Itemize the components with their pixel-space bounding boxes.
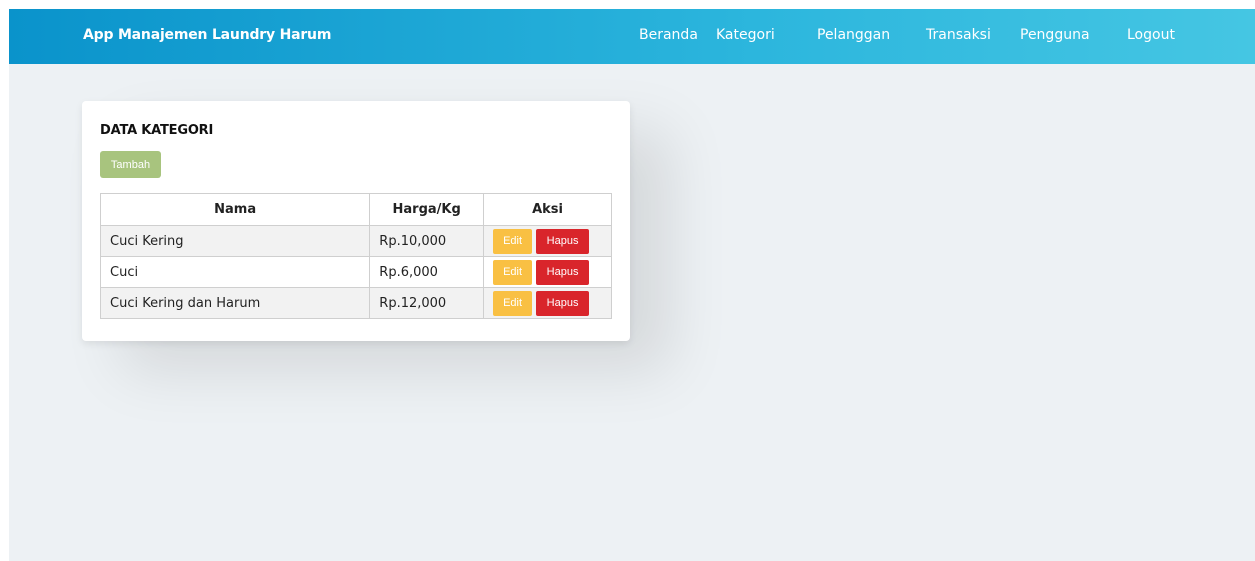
column-header-harga: Harga/Kg xyxy=(369,193,485,226)
nav-link-beranda[interactable]: Beranda xyxy=(639,27,698,43)
row-actions: Edit Hapus xyxy=(493,228,602,254)
category-table: Nama Harga/Kg Aksi Cuci Kering Rp.10,000… xyxy=(99,193,612,319)
cell-name: Cuci Kering dan Harum xyxy=(99,287,371,319)
card-title: DATA KATEGORI xyxy=(100,123,214,138)
nav-link-pengguna[interactable]: Pengguna xyxy=(1020,27,1090,43)
nav-link-pelanggan[interactable]: Pelanggan xyxy=(817,27,890,43)
delete-button[interactable]: Hapus xyxy=(536,228,590,254)
cell-actions: Edit Hapus xyxy=(483,256,612,288)
column-header-nama: Nama xyxy=(99,193,371,226)
column-header-aksi: Aksi xyxy=(483,193,612,226)
cell-price: Rp.6,000 xyxy=(369,256,485,288)
table-row: Cuci Kering Rp.10,000 Edit Hapus xyxy=(99,225,612,257)
delete-button[interactable]: Hapus xyxy=(536,290,590,316)
nav-link-transaksi[interactable]: Transaksi xyxy=(926,27,991,43)
row-actions: Edit Hapus xyxy=(493,259,602,285)
cell-actions: Edit Hapus xyxy=(483,225,612,257)
row-actions: Edit Hapus xyxy=(493,290,602,316)
edit-button[interactable]: Edit xyxy=(493,228,533,254)
nav-link-logout[interactable]: Logout xyxy=(1127,27,1175,43)
cell-name: Cuci Kering xyxy=(99,225,371,257)
cell-price: Rp.10,000 xyxy=(369,225,485,257)
nav-link-kategori[interactable]: Kategori xyxy=(716,27,775,43)
delete-button[interactable]: Hapus xyxy=(536,259,590,285)
navbar: App Manajemen Laundry Harum Beranda Kate… xyxy=(9,9,1255,64)
category-card: DATA KATEGORI Tambah Nama Harga/Kg Aksi … xyxy=(82,101,630,341)
page: App Manajemen Laundry Harum Beranda Kate… xyxy=(9,9,1255,561)
app-brand[interactable]: App Manajemen Laundry Harum xyxy=(83,27,331,43)
cell-price: Rp.12,000 xyxy=(369,287,485,319)
table-row: Cuci Rp.6,000 Edit Hapus xyxy=(99,256,612,288)
cell-actions: Edit Hapus xyxy=(483,287,612,319)
table-header-row: Nama Harga/Kg Aksi xyxy=(99,193,612,226)
edit-button[interactable]: Edit xyxy=(493,290,533,316)
cell-name: Cuci xyxy=(99,256,371,288)
add-category-button[interactable]: Tambah xyxy=(100,151,161,178)
table-row: Cuci Kering dan Harum Rp.12,000 Edit Hap… xyxy=(99,287,612,319)
edit-button[interactable]: Edit xyxy=(493,259,533,285)
